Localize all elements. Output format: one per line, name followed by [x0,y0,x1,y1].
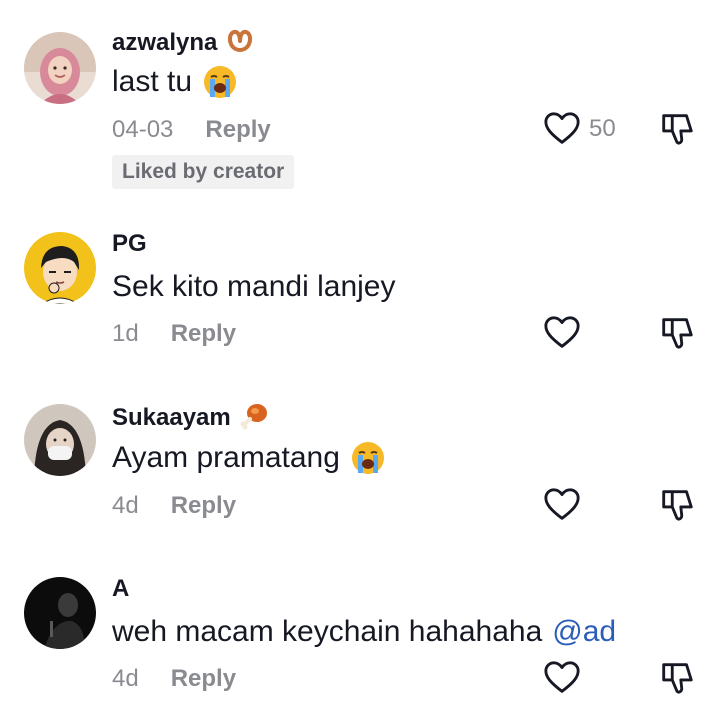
username[interactable]: A [112,575,129,603]
like-button[interactable] [543,486,581,524]
comment-date: 1d [112,320,139,347]
avatar[interactable] [24,577,96,649]
heart-icon [543,314,581,352]
heart-icon [543,659,581,697]
username[interactable]: Sukaayam [112,402,269,434]
comment-text: Sek kito mandi lanjey [112,270,396,303]
comment-date: 04-03 [112,116,174,143]
thumbs-down-icon [658,110,696,148]
like-button[interactable] [543,314,581,352]
mention-link[interactable]: @ad [552,615,616,649]
comment-meta: 4d Reply [112,492,236,520]
comment-meta: 04-03 Reply [112,116,271,144]
poultry-leg-icon [239,402,269,434]
dislike-button[interactable] [658,110,696,148]
reply-button[interactable]: Reply [205,116,270,144]
heart-icon [543,486,581,524]
reply-button[interactable]: Reply [171,320,236,348]
avatar[interactable] [24,404,96,476]
comment-meta: 1d Reply [112,320,236,348]
thumbs-down-icon [658,486,696,524]
loudly-crying-face-icon [202,64,238,100]
dislike-button[interactable] [658,659,696,697]
thumbs-down-icon [658,659,696,697]
comment-text: Ayam pramatang [112,440,386,476]
reply-button[interactable]: Reply [171,492,236,520]
like-button[interactable] [543,659,581,697]
reply-button[interactable]: Reply [171,665,236,693]
pretzel-icon [225,28,255,58]
comment-date: 4d [112,665,139,692]
username[interactable]: azwalyna [112,28,255,58]
comment-text: weh macam keychain hahahaha @ad [112,615,617,649]
dislike-button[interactable] [658,314,696,352]
liked-by-creator-badge: Liked by creator [112,155,295,189]
comment-date: 4d [112,492,139,519]
avatar[interactable] [24,232,96,304]
like-count: 50 [589,115,616,142]
like-button[interactable]: 50 [543,110,616,148]
username[interactable]: PG [112,230,147,258]
loudly-crying-face-icon [350,440,386,476]
dislike-button[interactable] [658,486,696,524]
avatar[interactable] [24,32,96,104]
comment-meta: 4d Reply [112,665,236,693]
heart-icon [543,110,581,148]
thumbs-down-icon [658,314,696,352]
comment-text: last tu [112,64,238,100]
